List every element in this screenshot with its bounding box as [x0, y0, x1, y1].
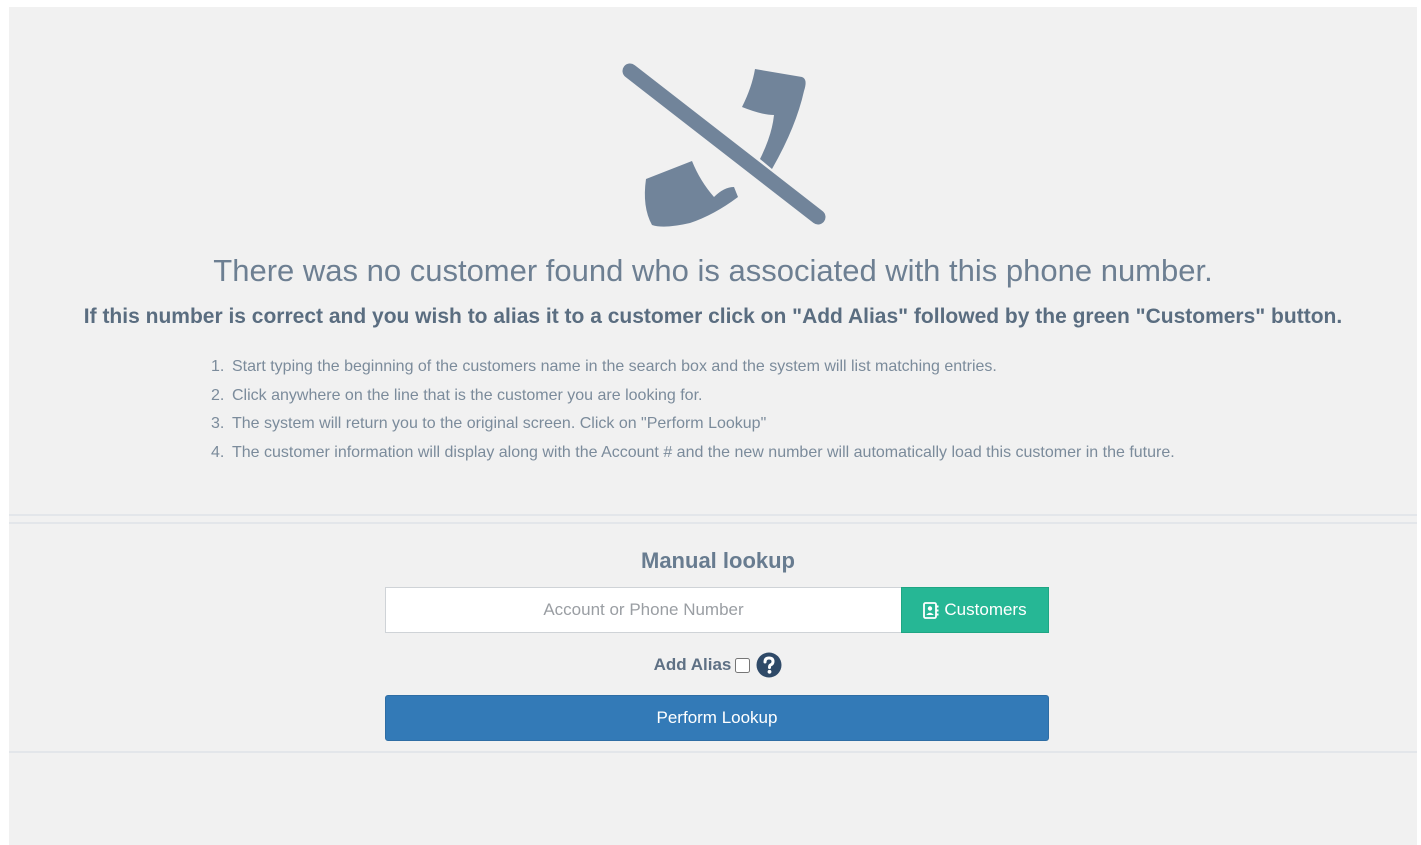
add-alias-label: Add Alias	[653, 655, 732, 674]
list-item: 3. The system will return you to the ori…	[211, 410, 1271, 439]
step-number: 1.	[211, 358, 225, 375]
add-alias-checkbox[interactable]	[735, 657, 751, 673]
question-circle-icon[interactable]	[756, 652, 782, 678]
customers-button[interactable]: Customers	[901, 587, 1049, 633]
list-item: 4. The customer information will display…	[211, 439, 1271, 468]
divider	[9, 522, 1417, 524]
page: There was no customer found who is assoc…	[9, 7, 1417, 845]
list-item: 1. Start typing the beginning of the cus…	[211, 353, 1271, 382]
step-text: The system will return you to the origin…	[232, 415, 767, 432]
step-number: 2.	[211, 386, 225, 404]
account-phone-input[interactable]	[385, 587, 902, 633]
perform-lookup-button[interactable]: Perform Lookup	[385, 695, 1049, 741]
customers-button-label: Customers	[944, 600, 1027, 619]
divider	[9, 751, 1417, 753]
page-title: There was no customer found who is assoc…	[213, 253, 1213, 288]
add-alias-row: Add Alias	[9, 652, 1421, 678]
address-book-icon	[923, 601, 939, 619]
list-item: 2. Click anywhere on the line that is th…	[211, 382, 1271, 411]
step-text: Start typing the beginning of the custom…	[232, 358, 997, 375]
step-number: 3.	[211, 415, 225, 432]
divider	[9, 514, 1417, 516]
instruction-steps: 1. Start typing the beginning of the cus…	[211, 353, 1271, 467]
instructions-subtitle: If this number is correct and you wish t…	[83, 305, 1343, 328]
step-number: 4.	[211, 443, 225, 461]
manual-lookup-title: Manual lookup	[641, 548, 795, 573]
phone-slash-icon	[614, 57, 834, 232]
step-text: The customer information will display al…	[232, 443, 1175, 461]
step-text: Click anywhere on the line that is the c…	[232, 386, 703, 404]
